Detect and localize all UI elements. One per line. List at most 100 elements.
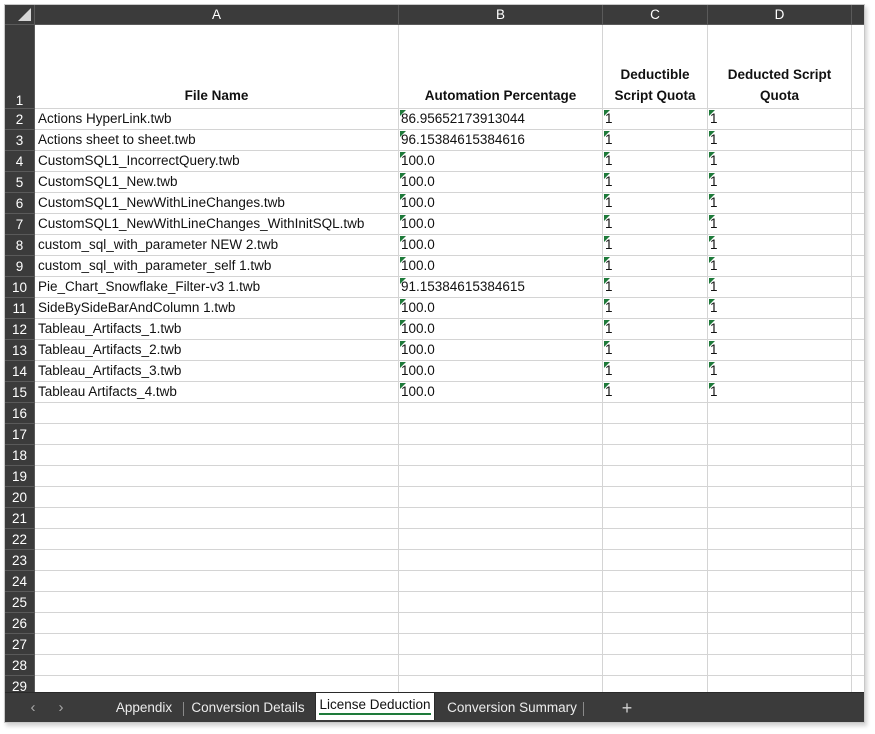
cell-deducted-script-quota[interactable]: 1 (708, 235, 852, 256)
cell-automation-percentage[interactable]: 100.0 (399, 256, 603, 277)
empty-cell[interactable] (708, 529, 852, 550)
row-header[interactable]: 15 (5, 382, 35, 403)
cell-deducted-script-quota[interactable]: 1 (708, 193, 852, 214)
tab-conversion-details[interactable]: Conversion Details (185, 693, 311, 722)
row-header[interactable]: 22 (5, 529, 35, 550)
empty-cell[interactable] (399, 424, 603, 445)
cell-automation-percentage[interactable]: 91.15384615384615 (399, 277, 603, 298)
cell-deductible-script-quota[interactable]: 1 (603, 361, 708, 382)
cell-deductible-script-quota[interactable]: 1 (603, 235, 708, 256)
cell-deductible-script-quota[interactable]: 1 (603, 172, 708, 193)
empty-cell[interactable] (852, 151, 864, 172)
row-header[interactable]: 26 (5, 613, 35, 634)
cell-automation-percentage[interactable]: 86.95652173913044 (399, 109, 603, 130)
tab-license-deduction[interactable]: License Deduction (315, 693, 435, 720)
row-header[interactable]: 6 (5, 193, 35, 214)
empty-cell[interactable] (852, 109, 864, 130)
row-header[interactable]: 27 (5, 634, 35, 655)
empty-cell[interactable] (35, 529, 399, 550)
empty-cell[interactable] (852, 361, 864, 382)
add-sheet-icon[interactable]: + (615, 696, 639, 720)
cell-file-name[interactable]: Actions sheet to sheet.twb (35, 130, 399, 151)
empty-cell[interactable] (852, 172, 864, 193)
header-cell-automation-percentage[interactable]: Automation Percentage (399, 25, 603, 109)
empty-cell[interactable] (399, 487, 603, 508)
empty-cell[interactable] (399, 529, 603, 550)
cell-deducted-script-quota[interactable]: 1 (708, 172, 852, 193)
empty-cell[interactable] (852, 466, 864, 487)
empty-cell[interactable] (603, 508, 708, 529)
header-cell-deductible-script-quota[interactable]: Deductible Script Quota (603, 25, 708, 109)
cell-automation-percentage[interactable]: 100.0 (399, 340, 603, 361)
cell-deducted-script-quota[interactable]: 1 (708, 256, 852, 277)
row-header[interactable]: 19 (5, 466, 35, 487)
empty-cell[interactable] (708, 655, 852, 676)
empty-cell[interactable] (35, 487, 399, 508)
cell-file-name[interactable]: Actions HyperLink.twb (35, 109, 399, 130)
row-header[interactable]: 24 (5, 571, 35, 592)
empty-cell[interactable] (35, 508, 399, 529)
cell-file-name[interactable]: Pie_Chart_Snowflake_Filter-v3 1.twb (35, 277, 399, 298)
empty-cell[interactable] (852, 130, 864, 151)
empty-cell[interactable] (399, 592, 603, 613)
cell-file-name[interactable]: CustomSQL1_NewWithLineChanges.twb (35, 193, 399, 214)
empty-cell[interactable] (603, 613, 708, 634)
column-header-b[interactable]: B (399, 5, 603, 25)
empty-cell[interactable] (603, 571, 708, 592)
empty-cell[interactable] (399, 571, 603, 592)
empty-cell[interactable] (852, 613, 864, 634)
empty-cell[interactable] (708, 550, 852, 571)
row-header[interactable]: 28 (5, 655, 35, 676)
cell-file-name[interactable]: custom_sql_with_parameter_self 1.twb (35, 256, 399, 277)
empty-cell[interactable] (708, 487, 852, 508)
cell-automation-percentage[interactable]: 100.0 (399, 382, 603, 403)
row-header[interactable]: 1 (5, 25, 35, 109)
row-header[interactable]: 20 (5, 487, 35, 508)
empty-cell[interactable] (399, 466, 603, 487)
cell-deductible-script-quota[interactable]: 1 (603, 256, 708, 277)
cell-deductible-script-quota[interactable]: 1 (603, 319, 708, 340)
cell-automation-percentage[interactable]: 96.15384615384616 (399, 130, 603, 151)
tab-conversion-summary[interactable]: Conversion Summary (441, 693, 583, 722)
empty-cell[interactable] (35, 571, 399, 592)
row-header[interactable]: 3 (5, 130, 35, 151)
cell-file-name[interactable]: custom_sql_with_parameter NEW 2.twb (35, 235, 399, 256)
cell-deducted-script-quota[interactable]: 1 (708, 214, 852, 235)
cell-deducted-script-quota[interactable]: 1 (708, 340, 852, 361)
empty-cell[interactable] (603, 466, 708, 487)
empty-cell[interactable] (603, 529, 708, 550)
cell-deductible-script-quota[interactable]: 1 (603, 340, 708, 361)
column-header-e[interactable] (852, 5, 864, 25)
cell-deducted-script-quota[interactable]: 1 (708, 382, 852, 403)
empty-cell[interactable] (852, 487, 864, 508)
empty-cell[interactable] (603, 403, 708, 424)
cell-deducted-script-quota[interactable]: 1 (708, 361, 852, 382)
empty-cell[interactable] (35, 592, 399, 613)
empty-cell[interactable] (852, 382, 864, 403)
empty-cell[interactable] (708, 634, 852, 655)
empty-cell[interactable] (399, 613, 603, 634)
column-header-a[interactable]: A (35, 5, 399, 25)
empty-cell[interactable] (852, 319, 864, 340)
empty-cell[interactable] (35, 445, 399, 466)
cell-deductible-script-quota[interactable]: 1 (603, 277, 708, 298)
cell-deducted-script-quota[interactable]: 1 (708, 298, 852, 319)
cell-file-name[interactable]: CustomSQL1_NewWithLineChanges_WithInitSQ… (35, 214, 399, 235)
empty-cell[interactable] (708, 571, 852, 592)
select-all-corner[interactable] (5, 5, 35, 25)
row-header[interactable]: 2 (5, 109, 35, 130)
empty-cell[interactable] (399, 550, 603, 571)
empty-cell[interactable] (852, 25, 864, 109)
empty-cell[interactable] (603, 550, 708, 571)
cell-automation-percentage[interactable]: 100.0 (399, 172, 603, 193)
empty-cell[interactable] (35, 466, 399, 487)
row-header[interactable]: 9 (5, 256, 35, 277)
empty-cell[interactable] (852, 235, 864, 256)
empty-cell[interactable] (708, 403, 852, 424)
row-header[interactable]: 7 (5, 214, 35, 235)
row-header[interactable]: 10 (5, 277, 35, 298)
row-header[interactable]: 4 (5, 151, 35, 172)
row-header[interactable]: 25 (5, 592, 35, 613)
empty-cell[interactable] (852, 340, 864, 361)
empty-cell[interactable] (35, 550, 399, 571)
